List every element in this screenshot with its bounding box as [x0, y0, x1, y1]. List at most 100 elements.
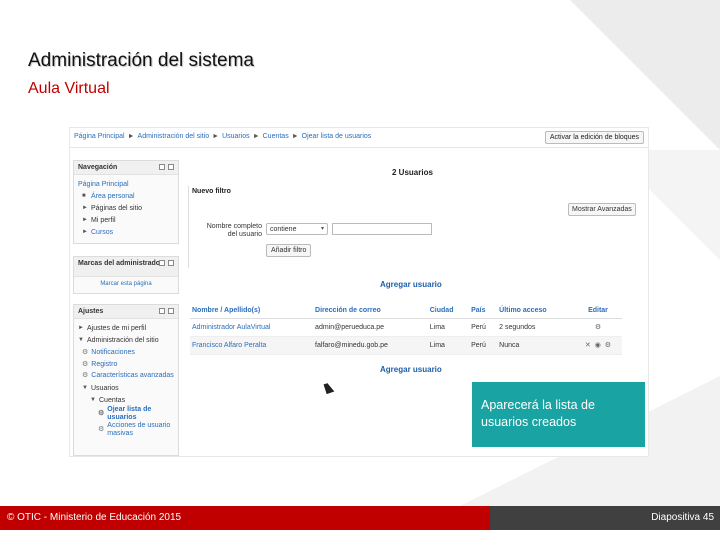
- hide-block-icon[interactable]: [168, 260, 174, 266]
- navigation-block-header: Navegación: [74, 161, 178, 175]
- breadcrumb-separator: ►: [212, 133, 220, 140]
- breadcrumb-separator: ►: [127, 133, 135, 140]
- expand-arrow-icon: ►: [82, 229, 88, 235]
- nav-item-profile[interactable]: ► Mi perfil: [78, 214, 174, 226]
- new-filter-heading: Nuevo filtro: [192, 188, 231, 195]
- nav-item-dashboard[interactable]: ■ Área personal: [78, 190, 174, 202]
- user-email-cell: falfaro@minedu.gob.pe: [313, 336, 428, 355]
- settings-my-profile[interactable]: ► Ajustes de mi perfil: [78, 322, 174, 334]
- breadcrumb-browse-users[interactable]: Ojear lista de usuarios: [302, 133, 372, 140]
- gear-icon[interactable]: ⚙: [605, 342, 611, 349]
- settings-item-label: Administración del sitio: [87, 336, 159, 344]
- col-edit-header: Editar: [573, 304, 622, 319]
- user-city-cell: Lima: [427, 318, 470, 337]
- user-name-cell[interactable]: Administrador AulaVirtual: [190, 318, 314, 337]
- slide-number: Diapositiva 45: [651, 512, 714, 523]
- collapse-arrow-icon: ▼: [82, 385, 88, 391]
- settings-item-label: Registro: [91, 360, 118, 368]
- table-row: Administrador AulaVirtual admin@perueduc…: [190, 318, 622, 337]
- add-user-link-top[interactable]: Agregar usuario: [380, 280, 442, 289]
- nav-item-site-pages[interactable]: ► Páginas del sitio: [78, 202, 174, 214]
- block-controls: [159, 260, 174, 266]
- breadcrumb-users[interactable]: Usuarios: [222, 133, 250, 140]
- user-last-access-cell: 2 segundos: [497, 318, 574, 337]
- nav-item-label: Cursos: [91, 228, 114, 236]
- settings-block-title: Ajustes: [78, 308, 104, 315]
- users-table: Nombre / Apellido(s) Dirección de correo…: [190, 304, 622, 355]
- bookmark-page-link[interactable]: Marcar esta página: [100, 281, 151, 287]
- nav-item-home[interactable]: Página Principal: [78, 178, 174, 190]
- nav-item-label: Mi perfil: [91, 216, 116, 224]
- eye-icon[interactable]: ◉: [595, 342, 601, 349]
- table-row: Francisco Alfaro Peralta falfaro@minedu.…: [190, 336, 622, 355]
- settings-advanced-features[interactable]: ⚙ Características avanzadas: [78, 370, 174, 382]
- breadcrumb-home[interactable]: Página Principal: [74, 133, 125, 140]
- page-heading: 2 Usuarios: [392, 168, 433, 177]
- settings-block: Ajustes ► Ajustes de mi perfil ▼ Adminis…: [73, 304, 179, 456]
- col-email-header[interactable]: Dirección de correo: [313, 304, 428, 319]
- nav-item-label: Página Principal: [78, 180, 129, 188]
- breadcrumb-site-admin[interactable]: Administración del sitio: [138, 133, 210, 140]
- admin-bookmarks-body: Marcar esta página: [74, 277, 178, 290]
- col-name-header[interactable]: Nombre / Apellido(s): [190, 304, 314, 319]
- settings-item-label: Acciones de usuario masivas: [107, 422, 171, 437]
- settings-registration[interactable]: ⚙ Registro: [78, 358, 174, 370]
- expand-arrow-icon: ►: [78, 325, 84, 331]
- show-advanced-button[interactable]: Mostrar Avanzadas: [568, 203, 636, 216]
- user-email-cell: admin@perueduca.pe: [313, 318, 428, 337]
- settings-item-label: Ojear lista de usuarios: [107, 406, 152, 421]
- table-header-row: Nombre / Apellido(s) Dirección de correo…: [190, 304, 622, 319]
- settings-bulk-actions[interactable]: ⚙ Acciones de usuario masivas: [78, 422, 174, 438]
- delete-icon[interactable]: ✕: [585, 342, 591, 349]
- dock-icon[interactable]: [159, 164, 165, 170]
- col-country-header[interactable]: País: [469, 304, 498, 319]
- settings-item-label: Usuarios: [91, 384, 119, 392]
- breadcrumb: Página Principal ► Administración del si…: [74, 133, 371, 140]
- col-city-header[interactable]: Ciudad: [427, 304, 470, 319]
- dock-icon[interactable]: [159, 260, 165, 266]
- hide-block-icon[interactable]: [168, 164, 174, 170]
- add-user-link-bottom[interactable]: Agregar usuario: [380, 365, 442, 374]
- col-last-access-header[interactable]: Último acceso: [497, 304, 574, 319]
- settings-users[interactable]: ▼ Usuarios: [78, 382, 174, 394]
- filter-field-label: Nombre completo del usuario: [206, 223, 262, 238]
- nav-item-label: Páginas del sitio: [91, 204, 142, 212]
- settings-item-label: Características avanzadas: [91, 372, 174, 379]
- user-name-cell[interactable]: Francisco Alfaro Peralta: [190, 336, 314, 355]
- filter-operator-select[interactable]: contiene ▾: [266, 223, 328, 235]
- filter-value-input[interactable]: [332, 223, 432, 235]
- mouse-cursor-icon: [323, 382, 335, 394]
- navigation-block-title: Navegación: [78, 164, 118, 171]
- settings-notifications[interactable]: ⚙ Notificaciones: [78, 346, 174, 358]
- collapse-arrow-icon: ▼: [78, 337, 84, 343]
- block-controls: [159, 164, 174, 170]
- gear-icon: ⚙: [82, 349, 89, 356]
- breadcrumb-separator: ►: [252, 133, 260, 140]
- hide-block-icon[interactable]: [168, 308, 174, 314]
- top-bar: Página Principal ► Administración del si…: [70, 128, 648, 148]
- nav-item-courses[interactable]: ► Cursos: [78, 226, 174, 238]
- user-last-access-cell: Nunca: [497, 336, 574, 355]
- collapse-arrow-icon: ▼: [90, 397, 96, 403]
- block-controls: [159, 308, 174, 314]
- gear-icon[interactable]: ⚙: [595, 324, 601, 331]
- enable-block-editing-button[interactable]: Activar la edición de bloques: [544, 131, 644, 144]
- footer-left-bar: © OTIC - Ministerio de Educación 2015: [0, 506, 490, 530]
- gear-icon: ⚙: [82, 372, 89, 379]
- admin-bookmarks-title: Marcas del administrador: [78, 260, 163, 267]
- breadcrumb-separator: ►: [291, 133, 299, 140]
- user-actions-cell: ⚙: [573, 318, 622, 337]
- settings-item-label: Ajustes de mi perfil: [87, 324, 147, 332]
- admin-bookmarks-block: Marcas del administrador Marcar esta pág…: [73, 256, 179, 294]
- settings-browse-users[interactable]: ⚙ Ojear lista de usuarios: [78, 406, 174, 422]
- gear-icon: ⚙: [98, 410, 105, 417]
- callout-box: Aparecerá la lista de usuarios creados: [472, 382, 645, 447]
- breadcrumb-accounts[interactable]: Cuentas: [263, 133, 289, 140]
- expand-arrow-icon: ►: [82, 217, 88, 223]
- add-filter-button[interactable]: Añadir filtro: [266, 244, 312, 257]
- gear-icon: ⚙: [98, 426, 105, 433]
- settings-accounts[interactable]: ▼ Cuentas: [78, 394, 174, 406]
- settings-site-admin[interactable]: ▼ Administración del sitio: [78, 334, 174, 346]
- user-country-cell: Perú: [469, 318, 498, 337]
- dock-icon[interactable]: [159, 308, 165, 314]
